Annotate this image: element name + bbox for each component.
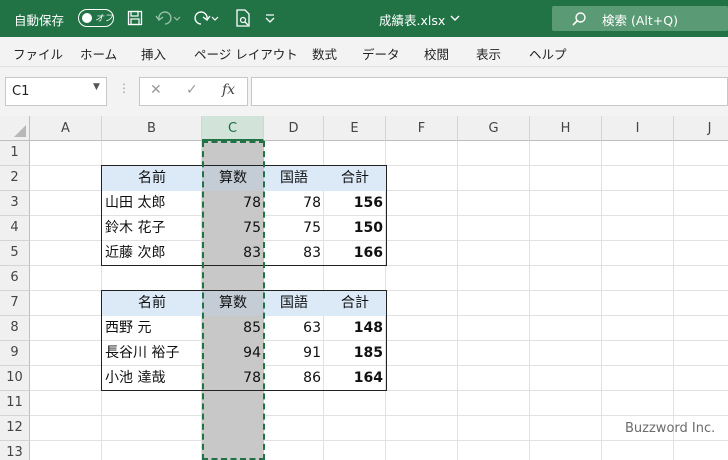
tab-insert[interactable]: 挿入	[141, 44, 166, 63]
autosave-label: 自動保存	[14, 13, 65, 28]
column-header-c[interactable]: C	[202, 116, 264, 141]
row-header-5[interactable]: 5	[0, 241, 30, 266]
row-header-1[interactable]: 1	[0, 141, 30, 166]
row-header-3[interactable]: 3	[0, 191, 30, 216]
column-header-j[interactable]: J	[674, 116, 728, 141]
title-bar: 自動保存 オフ 成績表.xlsx 検索 (Alt+Q)	[0, 0, 728, 37]
tab-home[interactable]: ホーム	[80, 44, 117, 63]
row-header-7[interactable]: 7	[0, 291, 30, 316]
column-header-f[interactable]: F	[386, 116, 458, 141]
gridline	[457, 141, 458, 460]
column-header-b[interactable]: B	[102, 116, 202, 141]
enter-icon[interactable]: ✓	[186, 82, 198, 98]
row-header-4[interactable]: 4	[0, 216, 30, 241]
tab-help[interactable]: ヘルプ	[529, 44, 567, 63]
chevron-down-icon[interactable]	[448, 8, 462, 28]
search-box[interactable]: 検索 (Alt+Q)	[552, 6, 728, 31]
gridline	[673, 141, 674, 460]
row-header-12[interactable]: 12	[0, 416, 30, 441]
row-header-10[interactable]: 10	[0, 366, 30, 391]
column-header-d[interactable]: D	[264, 116, 324, 141]
insert-function-icon[interactable]: fx	[222, 82, 235, 98]
ribbon-tabs: ファイル ホーム 挿入 ページ レイアウト 数式 データ 校閲 表示 ヘルプ	[0, 37, 728, 67]
row-header-2[interactable]: 2	[0, 166, 30, 191]
search-icon	[570, 9, 588, 29]
save-icon[interactable]	[124, 8, 146, 28]
row-header-9[interactable]: 9	[0, 341, 30, 366]
name-box-value: C1	[12, 84, 30, 99]
gridline	[30, 415, 728, 416]
customize-toolbar-icon[interactable]	[262, 8, 278, 28]
column-header-i[interactable]: I	[602, 116, 674, 141]
more-options-icon[interactable]: ⋮	[118, 81, 130, 95]
select-all-corner[interactable]	[0, 116, 30, 141]
gridline	[30, 440, 728, 441]
row-header-11[interactable]: 11	[0, 391, 30, 416]
chevron-down-icon[interactable]: ▼	[93, 82, 100, 92]
tab-view[interactable]: 表示	[476, 44, 501, 63]
search-placeholder: 検索 (Alt+Q)	[602, 13, 678, 28]
column-header-g[interactable]: G	[458, 116, 530, 141]
document-preview-icon[interactable]	[232, 8, 254, 28]
autosave-toggle[interactable]: オフ	[78, 9, 114, 27]
formula-bar: C1 ▼ ⋮ ✕ ✓ fx	[0, 67, 728, 116]
gridline	[601, 141, 602, 460]
toggle-knob	[82, 13, 92, 23]
column-header-h[interactable]: H	[530, 116, 602, 141]
column-header-e[interactable]: E	[324, 116, 386, 141]
row-header-8[interactable]: 8	[0, 316, 30, 341]
file-name[interactable]: 成績表.xlsx	[379, 10, 445, 29]
row-header-13[interactable]: 13	[0, 441, 30, 460]
tab-review[interactable]: 校閲	[424, 44, 449, 63]
column-header-a[interactable]: A	[30, 116, 102, 141]
copy-marquee	[202, 141, 265, 460]
autosave-state: オフ	[95, 14, 114, 24]
tab-formulas[interactable]: 数式	[312, 44, 337, 63]
gridline	[529, 141, 530, 460]
row-header-6[interactable]: 6	[0, 266, 30, 291]
name-box[interactable]: C1 ▼	[5, 77, 107, 106]
redo-icon[interactable]	[192, 8, 220, 28]
formula-buttons: ✕ ✓ fx	[139, 77, 248, 106]
tab-file[interactable]: ファイル	[13, 44, 63, 63]
undo-icon[interactable]	[154, 8, 182, 28]
formula-input[interactable]	[251, 77, 728, 106]
tab-page-layout[interactable]: ページ レイアウト	[194, 44, 298, 63]
tab-data[interactable]: データ	[362, 44, 400, 63]
watermark: Buzzword Inc.	[625, 421, 716, 436]
cancel-icon[interactable]: ✕	[150, 82, 162, 98]
